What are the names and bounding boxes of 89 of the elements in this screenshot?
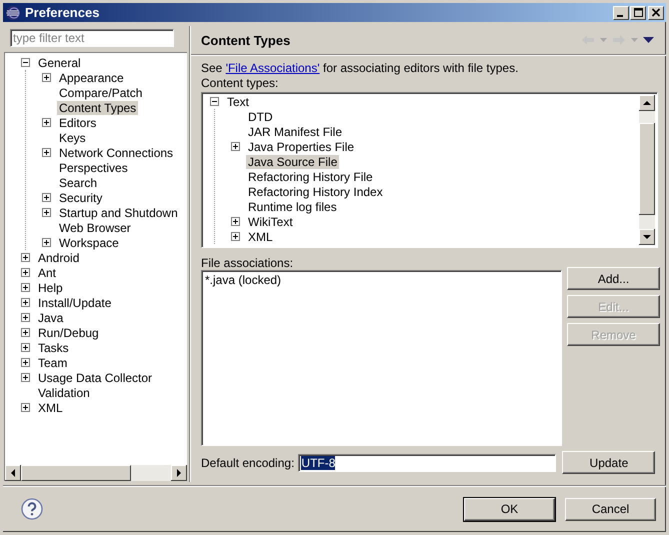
intro-text: See	[201, 61, 224, 75]
tree-item[interactable]: Help	[36, 280, 65, 294]
tree-item[interactable]: Startup and Shutdown	[57, 206, 180, 220]
menu-icon	[643, 37, 654, 43]
tree-item[interactable]: XML	[36, 400, 65, 414]
tree-item[interactable]: General	[36, 56, 83, 70]
expand-icon	[231, 217, 240, 226]
page-title: Content Types	[201, 32, 290, 48]
maximize-button[interactable]	[630, 6, 646, 20]
expand-icon	[21, 328, 30, 337]
tree-item[interactable]: Validation	[36, 386, 92, 400]
minimize-button[interactable]	[613, 6, 629, 20]
dialog-button[interactable]: Cancel	[565, 498, 656, 520]
expand-icon	[21, 283, 30, 292]
tree-item[interactable]: Content Types	[57, 100, 138, 114]
field-label: File associations:	[201, 256, 294, 271]
update-button[interactable]: Update	[562, 451, 656, 474]
scrollbar-thumb[interactable]	[21, 465, 131, 481]
scrollbar-thumb[interactable]	[639, 123, 655, 215]
expand-icon	[21, 268, 30, 277]
expand-icon	[42, 193, 51, 202]
tree-item[interactable]: JAR Manifest File	[246, 124, 344, 138]
horizontal-scrollbar[interactable]	[4, 465, 187, 481]
expand-icon	[21, 373, 30, 382]
expand-icon	[42, 208, 51, 217]
tree-item[interactable]: Refactoring History File	[246, 170, 375, 184]
expand-icon	[42, 73, 51, 82]
tree-item[interactable]: Editors	[57, 116, 98, 130]
tree-item[interactable]: Perspectives	[57, 160, 130, 174]
expand-icon	[21, 358, 30, 367]
tree-item[interactable]: Search	[57, 176, 100, 190]
tree-item[interactable]: Java	[36, 310, 66, 324]
scroll-left-icon	[5, 465, 21, 481]
tree-item[interactable]: Keys	[57, 130, 88, 144]
tree-item[interactable]: Install/Update	[36, 296, 114, 310]
scroll-right-icon	[171, 465, 187, 481]
minimize-icon	[616, 14, 622, 16]
tree-item[interactable]: Compare/Patch	[57, 86, 144, 100]
window-title: Preferences	[25, 5, 100, 20]
tree-item[interactable]: WikiText	[246, 214, 295, 228]
tree-item[interactable]: Java Source File	[246, 154, 340, 168]
tree-item[interactable]: Appearance	[57, 70, 126, 84]
expand-icon	[42, 238, 51, 247]
expand-icon	[21, 253, 30, 262]
expand-icon	[42, 118, 51, 127]
tree-item[interactable]: Security	[57, 190, 104, 204]
dropdown-icon	[600, 38, 607, 42]
tree-item[interactable]: Text	[225, 94, 252, 108]
tree-item[interactable]: Usage Data Collector	[36, 370, 154, 384]
collapse-icon	[21, 58, 30, 67]
tree-item[interactable]: Android	[36, 250, 82, 264]
tree-item[interactable]: DTD	[246, 110, 275, 124]
expand-icon	[21, 313, 30, 322]
tree-item[interactable]: Web Browser	[57, 220, 133, 234]
intro-text: for associating editors with file types.	[322, 61, 518, 75]
dropdown-icon	[631, 38, 638, 42]
tree-item[interactable]: Network Connections	[57, 146, 176, 160]
tree-item[interactable]: Runtime log files	[246, 200, 339, 214]
collapse-icon	[210, 97, 219, 106]
tree-item[interactable]: Run/Debug	[36, 326, 101, 340]
expand-icon	[42, 148, 51, 157]
dialog-button[interactable]: OK	[464, 498, 555, 520]
tree-item[interactable]: Team	[36, 356, 70, 370]
expand-icon	[21, 298, 30, 307]
tree-item[interactable]: XML	[246, 230, 275, 244]
expand-icon	[21, 403, 30, 412]
action-button[interactable]: Add...	[567, 267, 660, 290]
field-label: Default encoding:	[201, 456, 294, 470]
tree-item[interactable]: Refactoring History Index	[246, 184, 385, 198]
scroll-up-icon	[639, 95, 655, 111]
help-icon	[21, 498, 43, 520]
expand-icon	[231, 142, 240, 151]
tree-item[interactable]: Tasks	[36, 340, 71, 354]
close-icon	[650, 7, 662, 18]
close-button[interactable]	[648, 6, 664, 20]
tree-item[interactable]: Workspace	[57, 236, 121, 250]
vertical-scrollbar[interactable]	[639, 95, 655, 245]
tree-item[interactable]: Ant	[36, 266, 58, 280]
list-item[interactable]: *.java (locked)	[205, 273, 558, 287]
tree-item[interactable]: Java Properties File	[246, 140, 356, 154]
scroll-down-icon	[639, 229, 655, 245]
field-label: Content types:	[201, 76, 280, 91]
file-associations-link[interactable]: 'File Associations'	[226, 61, 320, 75]
app-icon	[5, 4, 21, 20]
encoding-field[interactable]: UTF-8	[298, 454, 556, 472]
filter-field[interactable]: type filter text	[10, 29, 174, 47]
expand-icon	[21, 343, 30, 352]
maximize-icon	[632, 7, 644, 18]
expand-icon	[231, 232, 240, 241]
